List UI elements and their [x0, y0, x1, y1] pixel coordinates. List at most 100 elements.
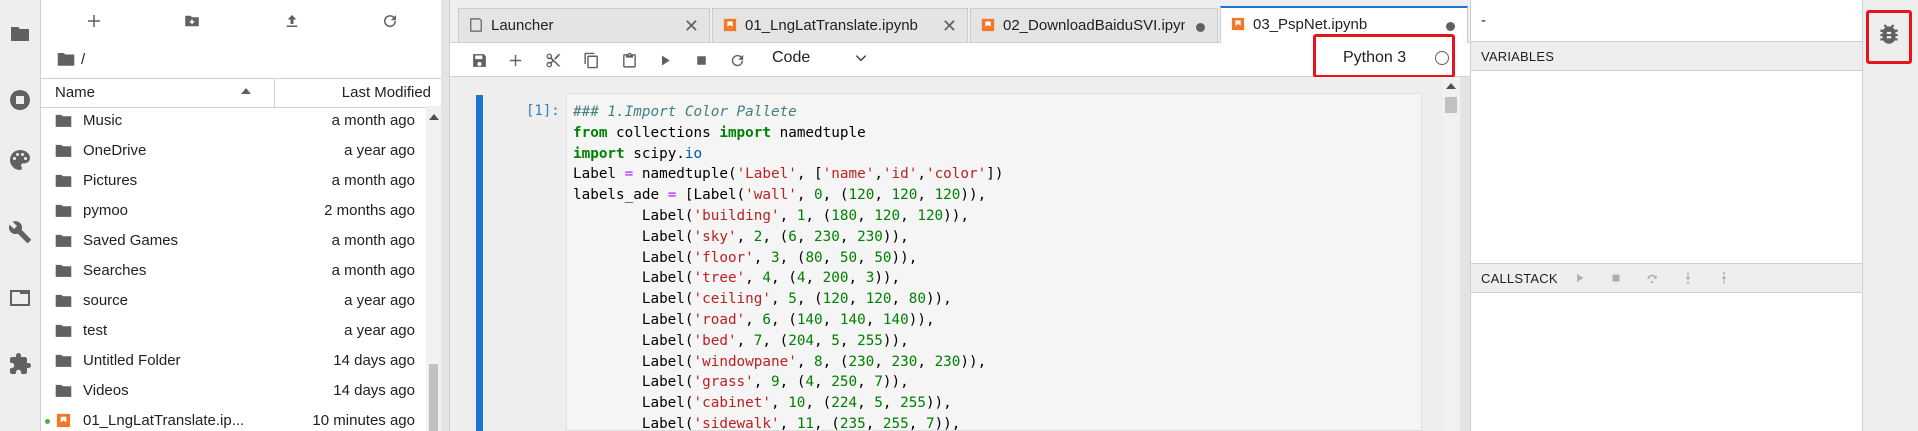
variables-label: VARIABLES: [1481, 49, 1555, 64]
insert-cell-button[interactable]: [504, 49, 526, 71]
notebook-content: [1]: ### 1.Import Color Pallete from col…: [450, 77, 1470, 431]
close-icon[interactable]: ✕: [684, 16, 699, 37]
file-name: source: [83, 292, 129, 309]
play-icon: [1577, 273, 1584, 283]
add-icon: [509, 54, 521, 66]
file-list-item[interactable]: Saved Games a month ago: [41, 226, 425, 256]
chevron-down-icon[interactable]: [854, 51, 868, 65]
column-resize-handle[interactable]: [274, 79, 275, 107]
file-name: Videos: [83, 382, 129, 399]
step-in-button[interactable]: [1679, 269, 1697, 287]
file-name: Saved Games: [83, 232, 179, 249]
tab-label: Launcher: [491, 17, 554, 34]
tab-label: 01_LngLatTranslate.ipynb: [745, 17, 918, 34]
file-name: test: [83, 322, 108, 339]
unsaved-indicator-icon[interactable]: [1446, 22, 1455, 31]
kernel-name[interactable]: Python 3: [1343, 49, 1406, 67]
copy-button[interactable]: [580, 49, 602, 71]
notebook-icon: [1231, 17, 1245, 31]
file-list: Music a month ago OneDrive a year ago Pictur…: [41, 106, 425, 431]
file-list-item[interactable]: pymoo 2 months ago: [41, 196, 425, 226]
debugger-panel: - VARIABLES CALLSTACK: [1470, 0, 1863, 431]
file-modified: a month ago: [331, 262, 415, 279]
file-list-item[interactable]: Untitled Folder 14 days ago: [41, 346, 425, 376]
file-list-item[interactable]: 01_LngLatTranslate.ip... 10 minutes ago: [41, 406, 425, 431]
running-sessions-icon[interactable]: [6, 86, 34, 114]
notebook-icon: [723, 18, 737, 32]
step-in-icon: [1685, 272, 1691, 284]
file-list-item[interactable]: Music a month ago: [41, 106, 425, 136]
paste-button[interactable]: [618, 49, 640, 71]
run-button[interactable]: [654, 49, 676, 71]
palette-icon[interactable]: [6, 146, 34, 174]
tab-launcher[interactable]: Launcher ✕: [458, 8, 710, 42]
wrench-icon[interactable]: [6, 218, 34, 246]
panel-splitter[interactable]: [441, 0, 450, 431]
scrollbar-thumb[interactable]: [429, 364, 438, 431]
file-name: OneDrive: [83, 142, 147, 159]
cell-type-select[interactable]: Code: [772, 49, 810, 67]
code-cell-editor[interactable]: ### 1.Import Color Pallete from collecti…: [566, 93, 1422, 431]
interrupt-button[interactable]: [690, 49, 712, 71]
scroll-up-arrow-icon[interactable]: [1446, 83, 1456, 89]
column-header-last-modified[interactable]: Last Modified: [342, 84, 431, 101]
scroll-up-arrow-icon[interactable]: [429, 114, 439, 120]
folder-icon: [55, 174, 72, 187]
new-folder-button[interactable]: [177, 8, 207, 34]
folder-icon: [55, 114, 72, 127]
restart-kernel-button[interactable]: [726, 49, 748, 71]
column-header-name[interactable]: Name: [55, 84, 95, 101]
file-list-item[interactable]: OneDrive a year ago: [41, 136, 425, 166]
debugger-title: -: [1481, 12, 1486, 29]
terminate-button[interactable]: [1607, 269, 1625, 287]
tab-label: 02_DownloadBaiduSVI.ipynb: [1003, 17, 1185, 34]
file-list-item[interactable]: test a year ago: [41, 316, 425, 346]
breadcrumb-root[interactable]: /: [81, 51, 85, 68]
file-list-item[interactable]: Pictures a month ago: [41, 166, 425, 196]
variables-section-header[interactable]: VARIABLES: [1471, 41, 1863, 71]
cut-button[interactable]: [542, 49, 564, 71]
kernel-idle-status-icon: [1435, 51, 1449, 65]
notebook-scrollbar[interactable]: [1442, 77, 1460, 431]
new-launcher-button[interactable]: [79, 8, 109, 34]
notebook-toolbar: Code Python 3: [450, 34, 1470, 78]
panel-splitter[interactable]: [1460, 77, 1470, 431]
folder-icon: [55, 144, 72, 157]
file-list-item[interactable]: source a year ago: [41, 286, 425, 316]
file-modified: 14 days ago: [333, 352, 415, 369]
file-modified: 2 months ago: [324, 202, 415, 219]
extension-icon[interactable]: [6, 350, 34, 378]
tab-02-downloadbaidusvi[interactable]: 02_DownloadBaiduSVI.ipynb: [970, 8, 1218, 42]
step-out-icon: [1721, 272, 1727, 284]
step-over-button[interactable]: [1643, 269, 1661, 287]
file-name: pymoo: [83, 202, 129, 219]
unsaved-indicator-icon[interactable]: [1196, 23, 1205, 32]
bug-icon[interactable]: [1876, 21, 1902, 47]
file-modified: a month ago: [331, 232, 415, 249]
stop-icon: [1612, 274, 1620, 282]
folder-icon[interactable]: [6, 20, 34, 48]
file-name: Music: [83, 112, 123, 129]
sort-ascending-icon: [241, 88, 251, 94]
scissors-icon: [545, 53, 561, 67]
tabs-icon[interactable]: [6, 284, 34, 312]
folder-icon: [55, 204, 72, 217]
save-button[interactable]: [468, 49, 490, 71]
close-icon[interactable]: ✕: [942, 16, 957, 37]
notebook-icon: [981, 18, 995, 32]
upload-button[interactable]: [277, 8, 307, 34]
callstack-section-header[interactable]: CALLSTACK: [1471, 263, 1863, 293]
code-text[interactable]: ### 1.Import Color Pallete from collecti…: [567, 94, 1421, 430]
scrollbar-thumb[interactable]: [1445, 97, 1457, 113]
file-list-item[interactable]: Videos 14 days ago: [41, 376, 425, 406]
step-out-button[interactable]: [1715, 269, 1733, 287]
continue-button[interactable]: [1571, 269, 1589, 287]
file-modified: a year ago: [344, 322, 415, 339]
breadcrumb[interactable]: /: [57, 48, 85, 70]
cell-collapser[interactable]: [476, 95, 483, 431]
file-list-item[interactable]: Searches a month ago: [41, 256, 425, 286]
folder-icon: [57, 53, 75, 66]
file-list-scrollbar[interactable]: [426, 106, 441, 431]
refresh-button[interactable]: [375, 8, 405, 34]
tab-01-lnglattranslate[interactable]: 01_LngLatTranslate.ipynb ✕: [712, 8, 968, 42]
